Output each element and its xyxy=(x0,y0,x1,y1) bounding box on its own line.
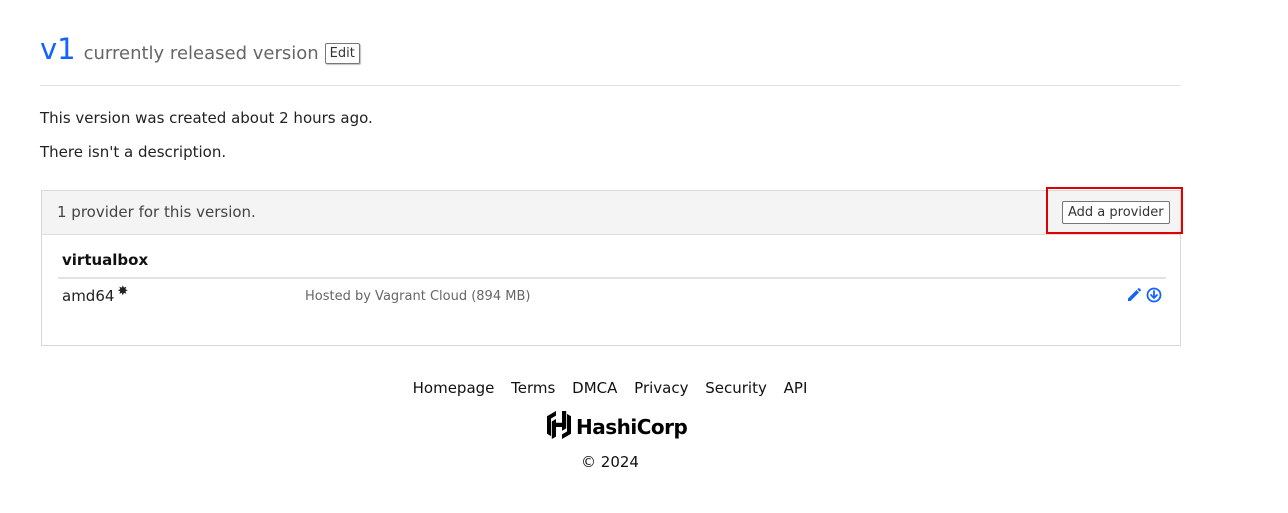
add-provider-button[interactable]: Add a provider xyxy=(1062,201,1170,224)
hashicorp-logo[interactable]: HashiCorp xyxy=(546,410,688,444)
hosting-info: Hosted by Vagrant Cloud (894 MB) xyxy=(305,289,531,304)
footer-link-security[interactable]: Security xyxy=(705,379,767,397)
providers-panel: 1 provider for this version. Add a provi… xyxy=(41,187,1183,346)
footer-link-dmca[interactable]: DMCA xyxy=(572,379,617,397)
footer-links: Homepage Terms DMCA Privacy Security API xyxy=(0,379,1220,397)
version-header: v1 currently released version Edit xyxy=(40,31,360,67)
architecture-label: amd64 xyxy=(62,287,115,305)
hashicorp-logo-icon xyxy=(546,410,572,444)
description-text: There isn't a description. xyxy=(40,143,227,161)
footer-link-homepage[interactable]: Homepage xyxy=(413,379,495,397)
hashicorp-logo-text: HashiCorp xyxy=(576,415,688,439)
provider-count: 1 provider for this version. xyxy=(57,203,256,221)
copyright: © 2024 xyxy=(581,453,639,471)
provider-actions xyxy=(1126,287,1162,303)
providers-panel-header: 1 provider for this version. Add a provi… xyxy=(42,187,1183,235)
default-architecture-icon: ✸ xyxy=(117,284,129,299)
version-page: v1 currently released version Edit This … xyxy=(0,0,1288,513)
provider-row: amd64 ✸ xyxy=(62,284,129,305)
created-text: This version was created about 2 hours a… xyxy=(40,109,373,127)
provider-divider xyxy=(58,277,1166,279)
footer-link-terms[interactable]: Terms xyxy=(511,379,555,397)
provider-name: virtualbox xyxy=(62,251,149,269)
footer-link-privacy[interactable]: Privacy xyxy=(634,379,688,397)
edit-button[interactable]: Edit xyxy=(324,43,360,64)
version-subtitle: currently released version xyxy=(83,43,319,64)
download-circle-icon[interactable] xyxy=(1146,287,1162,303)
footer-link-api[interactable]: API xyxy=(784,379,808,397)
add-provider-highlight: Add a provider xyxy=(1046,187,1183,234)
version-number: v1 xyxy=(40,32,76,66)
pencil-icon[interactable] xyxy=(1126,287,1142,303)
header-divider xyxy=(40,85,1181,86)
